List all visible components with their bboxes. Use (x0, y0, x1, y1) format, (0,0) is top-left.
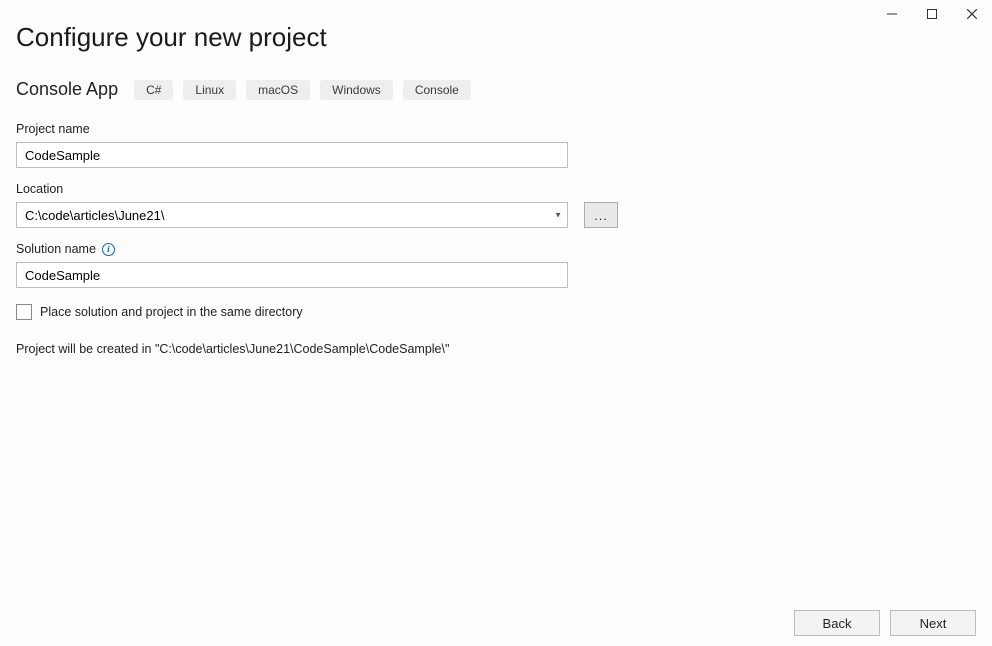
tag-macos: macOS (246, 80, 310, 100)
same-directory-checkbox[interactable] (16, 304, 32, 320)
close-button[interactable] (952, 0, 992, 28)
tag-windows: Windows (320, 80, 393, 100)
project-name-label: Project name (16, 122, 976, 136)
minimize-button[interactable] (872, 0, 912, 28)
template-name: Console App (16, 79, 118, 100)
tag-csharp: C# (134, 80, 173, 100)
creation-path-summary: Project will be created in "C:\code\arti… (16, 342, 976, 356)
info-icon[interactable]: i (102, 243, 115, 256)
location-label: Location (16, 182, 976, 196)
back-button[interactable]: Back (794, 610, 880, 636)
page-title: Configure your new project (16, 22, 976, 53)
browse-button[interactable]: ... (584, 202, 618, 228)
same-directory-label: Place solution and project in the same d… (40, 305, 303, 319)
next-button[interactable]: Next (890, 610, 976, 636)
tag-console: Console (403, 80, 471, 100)
maximize-button[interactable] (912, 0, 952, 28)
solution-name-input[interactable] (16, 262, 568, 288)
solution-name-label: Solution name (16, 242, 96, 256)
tag-linux: Linux (183, 80, 236, 100)
project-name-input[interactable] (16, 142, 568, 168)
template-header: Console App C# Linux macOS Windows Conso… (16, 79, 976, 100)
location-input[interactable] (16, 202, 568, 228)
